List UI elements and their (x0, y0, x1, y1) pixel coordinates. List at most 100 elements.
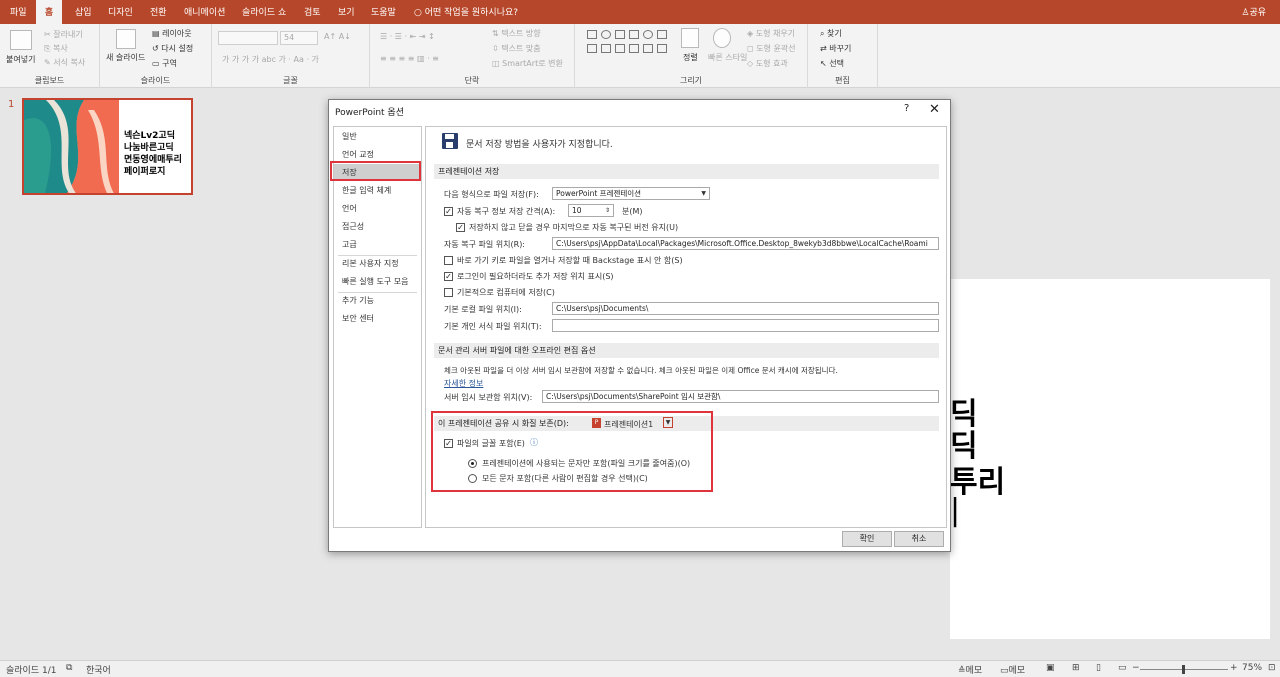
default-local-location-input[interactable]: C:\Users\psj\Documents\ (552, 302, 939, 315)
arrange-button[interactable]: 정렬 (683, 52, 698, 63)
align-text-button[interactable]: ⇳ 텍스트 맞춤 (492, 43, 541, 54)
shape-arrow-icon[interactable] (629, 30, 639, 39)
format-painter-button[interactable]: ✎ 서식 복사 (44, 57, 85, 68)
shape-corner-icon[interactable] (601, 44, 611, 53)
save-format-select[interactable]: PowerPoint 프레젠테이션 ▼ (552, 187, 710, 200)
paste-button[interactable]: 붙여넣기 (6, 54, 35, 65)
shape-curve-icon[interactable] (657, 44, 667, 53)
shape-more-icon[interactable] (657, 30, 667, 39)
align-buttons[interactable]: ≡ ≡ ≡ ≡ ▥ · ≡ (380, 54, 439, 63)
quick-styles-button[interactable]: 빠른 스타일 (708, 52, 747, 63)
nav-general[interactable]: 일반 (334, 128, 421, 145)
tab-3[interactable]: 디자인 (108, 0, 133, 24)
thumb-line-4: 페이퍼로지 (124, 167, 166, 177)
tell-me-search[interactable]: ○ 어떤 작업을 원하시나요? (414, 0, 518, 24)
cut-button[interactable]: ✂ 잘라내기 (44, 29, 83, 40)
keep-last-version-checkbox[interactable]: ✓ (456, 223, 465, 232)
section-offline-editing: 문서 관리 서버 파일에 대한 오프라인 편집 옵션 (434, 343, 939, 358)
new-slide-icon[interactable] (116, 29, 136, 49)
text-direction-button[interactable]: ⇅ 텍스트 방향 (492, 28, 541, 39)
reading-view-icon[interactable]: ▯ (1096, 663, 1101, 673)
list-buttons[interactable]: ☰ · ☰ · ⇤ ⇥ ↕ (380, 32, 435, 41)
save-to-computer-checkbox[interactable] (444, 288, 453, 297)
autorecover-location-input[interactable]: C:\Users\psj\AppData\Local\Packages\Micr… (552, 237, 939, 250)
nav-trust-center[interactable]: 보안 센터 (334, 310, 421, 327)
tab-2[interactable]: 삽입 (75, 0, 92, 24)
spellcheck-icon[interactable]: ⧉ (66, 663, 72, 673)
arrange-icon[interactable] (681, 28, 699, 48)
ok-button[interactable]: 확인 (842, 531, 892, 547)
server-drafts-input[interactable]: C:\Users\psj\Documents\SharePoint 임시 보관함… (542, 390, 939, 403)
nav-korean-ime[interactable]: 한글 입력 체계 (334, 182, 421, 199)
notes-button[interactable]: ≙메모 (958, 663, 982, 676)
shape-triangle-icon[interactable] (615, 44, 625, 53)
fit-slide-icon[interactable]: ⊡ (1268, 663, 1276, 673)
slideshow-icon[interactable]: ▭ (1118, 663, 1127, 673)
shape-circle-icon[interactable] (643, 30, 653, 39)
main-slide-canvas[interactable]: 딕 딕 투리 | (950, 279, 1270, 639)
nav-customize-ribbon[interactable]: 리본 사용자 지정 (334, 255, 421, 272)
shape-outline-button[interactable]: ◻ 도형 윤곽선 (747, 43, 796, 54)
tab-7[interactable]: 검토 (304, 0, 321, 24)
cancel-button[interactable]: 취소 (894, 531, 944, 547)
align-text-label: 텍스트 맞춤 (501, 44, 541, 53)
shape-line-icon[interactable] (615, 30, 625, 39)
shape-star-icon[interactable] (629, 44, 639, 53)
tab-0[interactable]: 파일 (10, 0, 27, 24)
tab-9[interactable]: 도움말 (371, 0, 396, 24)
shape-fill-button[interactable]: ◈ 도형 채우기 (747, 28, 795, 39)
paste-icon[interactable] (10, 30, 32, 50)
help-button[interactable]: ? (904, 103, 909, 114)
slide-sorter-icon[interactable]: ⊞ (1072, 663, 1080, 673)
nav-language[interactable]: 언어 (334, 200, 421, 217)
nav-quick-access[interactable]: 빠른 실행 도구 모음 (334, 273, 421, 290)
smartart-button[interactable]: ◫ SmartArt로 변환 (492, 58, 563, 69)
section-button[interactable]: ▭ 구역 (152, 58, 177, 69)
find-button[interactable]: ⌕ 찾기 (820, 28, 842, 39)
personal-templates-input[interactable] (552, 319, 939, 332)
autorecover-minutes-spinner[interactable]: 10 ⇕ (568, 204, 614, 217)
tab-6[interactable]: 슬라이드 쇼 (242, 0, 286, 24)
share-button[interactable]: ♙공유 (1241, 0, 1266, 24)
copy-button[interactable]: ⎘ 복사 (44, 43, 68, 54)
replace-button[interactable]: ⇄ 바꾸기 (820, 43, 851, 54)
nav-advanced[interactable]: 고급 (334, 236, 421, 253)
nav-add-ins[interactable]: 추가 기능 (334, 292, 421, 309)
normal-view-icon[interactable]: ▣ (1046, 663, 1055, 673)
tab-5[interactable]: 애니메이션 (184, 0, 225, 24)
learn-more-link[interactable]: 자세한 정보 (444, 378, 483, 389)
tab-4[interactable]: 전환 (150, 0, 167, 24)
layout-button[interactable]: ▤ 레이아웃 (152, 28, 192, 39)
show-extra-locations-checkbox[interactable]: ✓ (444, 272, 453, 281)
shape-brace-icon[interactable] (643, 44, 653, 53)
font-group-label: 글꼴 (283, 76, 298, 85)
tab-1[interactable]: 홈 (36, 0, 62, 24)
font-name-box[interactable] (218, 31, 278, 45)
reset-label: 다시 설정 (161, 44, 194, 53)
shape-textbox-icon[interactable] (587, 44, 597, 53)
zoom-level[interactable]: 75% (1242, 663, 1262, 673)
zoom-out-icon[interactable]: − (1132, 663, 1140, 673)
font-style-buttons[interactable]: 가 가 가 가 abc 가 · Aa · 가 (222, 54, 319, 65)
autorecover-checkbox[interactable]: ✓ (444, 207, 453, 216)
zoom-slider-thumb[interactable] (1182, 665, 1185, 674)
no-backstage-checkbox[interactable] (444, 256, 453, 265)
new-slide-button[interactable]: 새 슬라이드 (106, 52, 145, 63)
comments-button[interactable]: ▭메모 (1000, 663, 1025, 676)
font-size-box[interactable]: 54 (280, 31, 318, 45)
select-button[interactable]: ↖ 선택 (820, 58, 844, 69)
save-format-value: PowerPoint 프레젠테이션 (556, 189, 642, 198)
nav-accessibility[interactable]: 접근성 (334, 218, 421, 235)
reset-button[interactable]: ↺ 다시 설정 (152, 43, 193, 54)
zoom-in-icon[interactable]: + (1230, 663, 1238, 673)
shape-rect-icon[interactable] (587, 30, 597, 39)
close-icon[interactable]: ✕ (929, 102, 940, 117)
quick-styles-icon[interactable] (713, 28, 731, 48)
tab-8[interactable]: 보기 (338, 0, 355, 24)
shape-oval-icon[interactable] (601, 30, 611, 39)
slide-thumbnail[interactable]: 넥슨Lv2고딕 나눔바른고딕 면동영에매투리 페이퍼로지 (22, 98, 193, 195)
font-grow-icon[interactable]: A↑ A↓ (324, 32, 351, 41)
shape-effects-button[interactable]: ◇ 도형 효과 (747, 58, 788, 69)
language-status[interactable]: 한국어 (86, 663, 111, 676)
save-icon (442, 133, 458, 149)
